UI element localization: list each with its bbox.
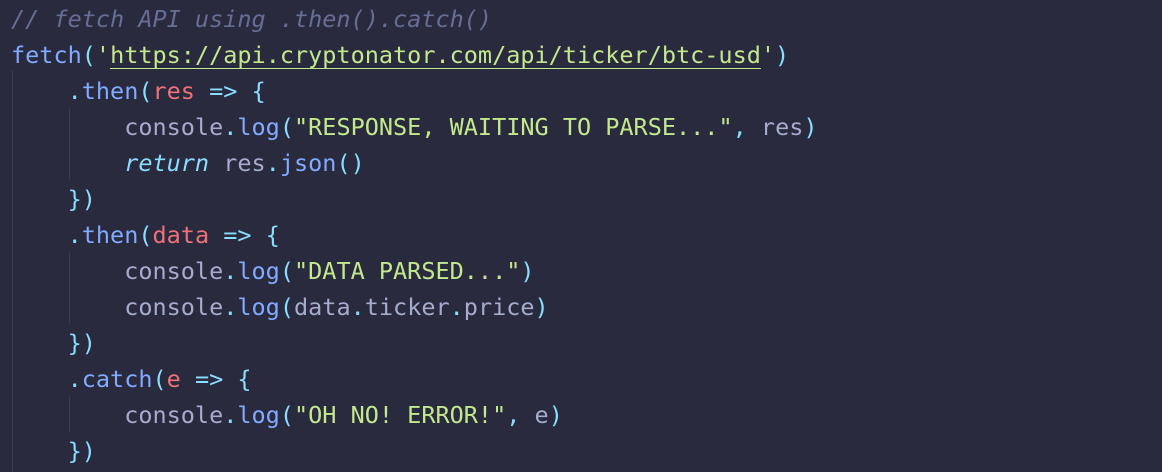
string-parsed: "DATA PARSED..." — [294, 257, 521, 285]
code-line-9: console.log(data.ticker.price) — [124, 293, 549, 321]
code-line-5: return res.json() — [124, 149, 365, 177]
code-line-1: // fetch API using .then().catch() — [11, 1, 492, 37]
then-method: then — [81, 77, 139, 105]
param-res: res — [152, 77, 195, 105]
code-line-2: fetch('https://api.cryptonator.com/api/t… — [11, 41, 790, 69]
param-data: data — [152, 221, 210, 249]
code-line-6: }) — [67, 185, 96, 213]
log-method: log — [237, 113, 280, 141]
price-prop: price — [463, 293, 535, 321]
url-link[interactable]: https://api.cryptonator.com/api/ticker/b… — [110, 41, 761, 69]
ticker-prop: ticker — [364, 293, 450, 321]
code-line-10: }) — [67, 329, 96, 357]
json-method: json — [279, 149, 337, 177]
catch-method: catch — [81, 365, 153, 393]
code-line-7: .then(data => { — [67, 221, 280, 249]
fetch-function: fetch — [11, 41, 82, 69]
code-editor[interactable]: // fetch API using .then().catch() fetch… — [0, 0, 1162, 472]
code-line-11: .catch(e => { — [67, 365, 252, 393]
code-line-3: .then(res => { — [67, 77, 266, 105]
return-keyword: return — [124, 149, 210, 177]
param-e: e — [166, 365, 181, 393]
string-error: "OH NO! ERROR!" — [294, 401, 507, 429]
code-line-8: console.log("DATA PARSED...") — [124, 257, 535, 285]
code-line-13: }) — [67, 437, 96, 465]
code-line-12: console.log("OH NO! ERROR!", e) — [124, 401, 563, 429]
code-line-4: console.log("RESPONSE, WAITING TO PARSE.… — [124, 113, 818, 141]
comment-text: // fetch API using .then().catch() — [11, 5, 493, 33]
string-response: "RESPONSE, WAITING TO PARSE..." — [294, 113, 733, 141]
